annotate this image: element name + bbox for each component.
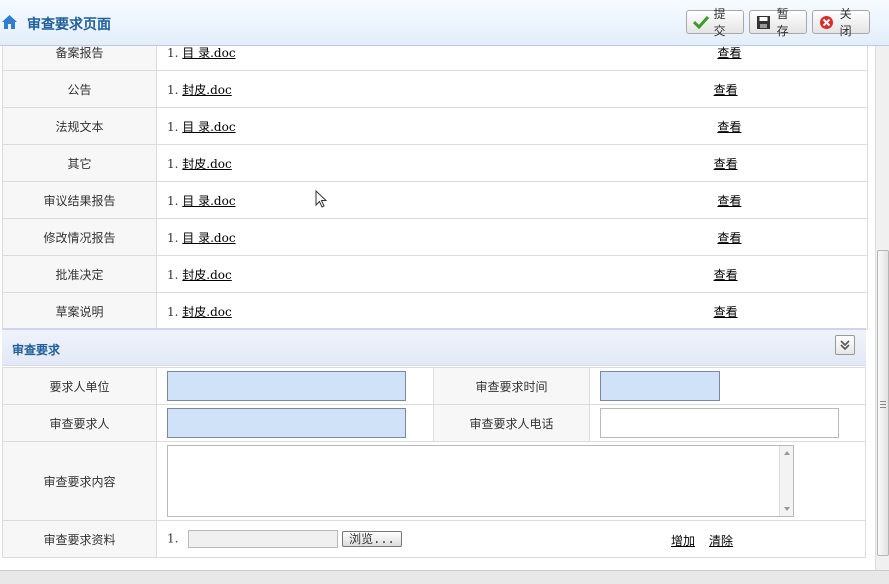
home-icon: [2, 15, 17, 29]
doc-type-label: 批准决定: [2, 255, 157, 293]
doc-file-cell: 1. 封皮.doc 查看: [156, 255, 868, 293]
check-icon: [692, 13, 710, 31]
requester-phone-input[interactable]: [600, 408, 839, 438]
doc-index: 1.: [167, 156, 179, 171]
doc-index: 1.: [167, 267, 179, 282]
table-row: 备案报告 1. 目 录.doc 查看: [2, 46, 868, 71]
doc-file-cell: 1. 目 录.doc 查看: [156, 46, 868, 71]
doc-index: 1.: [167, 304, 179, 319]
doc-type-label: 公告: [2, 70, 157, 108]
doc-file-link[interactable]: 封皮.doc: [182, 268, 231, 282]
doc-file-link[interactable]: 目 录.doc: [182, 46, 235, 60]
materials-index: 1.: [167, 531, 179, 546]
textarea-scrollbar[interactable]: [779, 446, 793, 516]
view-link[interactable]: 查看: [717, 231, 741, 245]
doc-type-label: 修改情况报告: [2, 218, 157, 256]
doc-file-link[interactable]: 目 录.doc: [182, 231, 235, 245]
doc-index: 1.: [167, 230, 179, 245]
requester-unit-label: 要求人单位: [2, 367, 157, 405]
close-button[interactable]: 关闭: [812, 7, 870, 38]
page-footer: [0, 570, 889, 584]
table-row: 草案说明 1. 封皮.doc 查看: [2, 292, 868, 330]
doc-type-label: 其它: [2, 144, 157, 182]
table-row: 公告 1. 封皮.doc 查看: [2, 70, 868, 108]
doc-file-link[interactable]: 封皮.doc: [182, 305, 231, 319]
request-time-cell: [589, 367, 866, 405]
requester-unit-input[interactable]: [167, 371, 406, 401]
requester-phone-cell: [589, 404, 866, 442]
view-link[interactable]: 查看: [714, 83, 738, 97]
collapse-button[interactable]: [835, 335, 855, 355]
doc-file-cell: 1. 封皮.doc 查看: [156, 70, 868, 108]
view-link[interactable]: 查看: [714, 268, 738, 282]
request-time-label: 审查要求时间: [433, 367, 590, 405]
mouse-cursor-icon: [315, 190, 327, 208]
view-link[interactable]: 查看: [714, 157, 738, 171]
view-link[interactable]: 查看: [717, 46, 741, 60]
request-content-label: 审查要求内容: [2, 441, 157, 521]
doc-file-link[interactable]: 封皮.doc: [182, 157, 231, 171]
arrow-down-icon: [784, 507, 790, 511]
doc-index: 1.: [167, 119, 179, 134]
file-path-input[interactable]: [188, 530, 339, 548]
save-draft-button[interactable]: 暂存: [749, 7, 807, 38]
doc-file-link[interactable]: 目 录.doc: [182, 194, 235, 208]
page-header: 审查要求页面 提交 暂存 关闭: [0, 0, 889, 46]
doc-file-link[interactable]: 目 录.doc: [182, 120, 235, 134]
view-link[interactable]: 查看: [714, 305, 738, 319]
document-table: 备案报告 1. 目 录.doc 查看 公告 1. 封皮.doc 查看 法规文本 …: [2, 46, 868, 330]
browse-button[interactable]: 浏览...: [342, 531, 402, 547]
submit-button-label: 提交: [713, 7, 726, 38]
doc-file-cell: 1. 封皮.doc 查看: [156, 144, 868, 182]
close-button-label: 关闭: [839, 7, 852, 38]
section-title: 审查要求: [12, 343, 61, 357]
review-request-form: 要求人单位 审查要求时间 审查要求人 审查要求人电话 审查要求内容 审查要求资料…: [2, 367, 866, 558]
floppy-disk-icon: [755, 13, 773, 31]
request-content-cell: [156, 441, 866, 521]
requester-cell: [156, 404, 434, 442]
requester-input[interactable]: [167, 408, 406, 438]
view-link[interactable]: 查看: [717, 120, 741, 134]
doc-file-cell: 1. 封皮.doc 查看: [156, 292, 868, 330]
table-row: 批准决定 1. 封皮.doc 查看: [2, 255, 868, 293]
requester-phone-label: 审查要求人电话: [433, 404, 590, 442]
scrollbar-thumb[interactable]: [877, 250, 889, 556]
requester-unit-cell: [156, 367, 434, 405]
grip-icon: [880, 401, 886, 408]
review-request-section-header: 审查要求: [2, 328, 866, 366]
arrow-up-icon: [784, 451, 790, 455]
page-title: 审查要求页面: [27, 17, 111, 33]
doc-file-cell: 1. 目 录.doc 查看: [156, 107, 868, 145]
table-row: 修改情况报告 1. 目 录.doc 查看: [2, 218, 868, 256]
doc-type-label: 法规文本: [2, 107, 157, 145]
table-row: 审议结果报告 1. 目 录.doc 查看: [2, 181, 868, 219]
request-content-textarea[interactable]: [167, 445, 794, 517]
page-scrollbar[interactable]: [875, 46, 889, 570]
view-link[interactable]: 查看: [717, 194, 741, 208]
clear-link[interactable]: 清除: [709, 532, 733, 549]
doc-type-label: 草案说明: [2, 292, 157, 330]
save-draft-button-label: 暂存: [776, 7, 789, 38]
doc-type-label: 备案报告: [2, 46, 157, 71]
doc-type-label: 审议结果报告: [2, 181, 157, 219]
doc-file-cell: 1. 目 录.doc 查看: [156, 181, 868, 219]
doc-index: 1.: [167, 193, 179, 208]
table-row: 其它 1. 封皮.doc 查看: [2, 144, 868, 182]
double-chevron-down-icon: [840, 340, 850, 351]
request-time-input[interactable]: [600, 371, 720, 401]
close-circle-icon: [818, 13, 836, 31]
doc-index: 1.: [167, 82, 179, 97]
request-materials-cell: 1. 浏览... 增加 清除: [156, 520, 866, 558]
submit-button[interactable]: 提交: [686, 7, 744, 38]
form-content: 备案报告 1. 目 录.doc 查看 公告 1. 封皮.doc 查看 法规文本 …: [0, 46, 875, 570]
request-materials-label: 审查要求资料: [2, 520, 157, 558]
add-link[interactable]: 增加: [671, 532, 695, 549]
doc-index: 1.: [167, 46, 179, 60]
requester-label: 审查要求人: [2, 404, 157, 442]
table-row: 法规文本 1. 目 录.doc 查看: [2, 107, 868, 145]
doc-file-cell: 1. 目 录.doc 查看: [156, 218, 868, 256]
doc-file-link[interactable]: 封皮.doc: [182, 83, 231, 97]
